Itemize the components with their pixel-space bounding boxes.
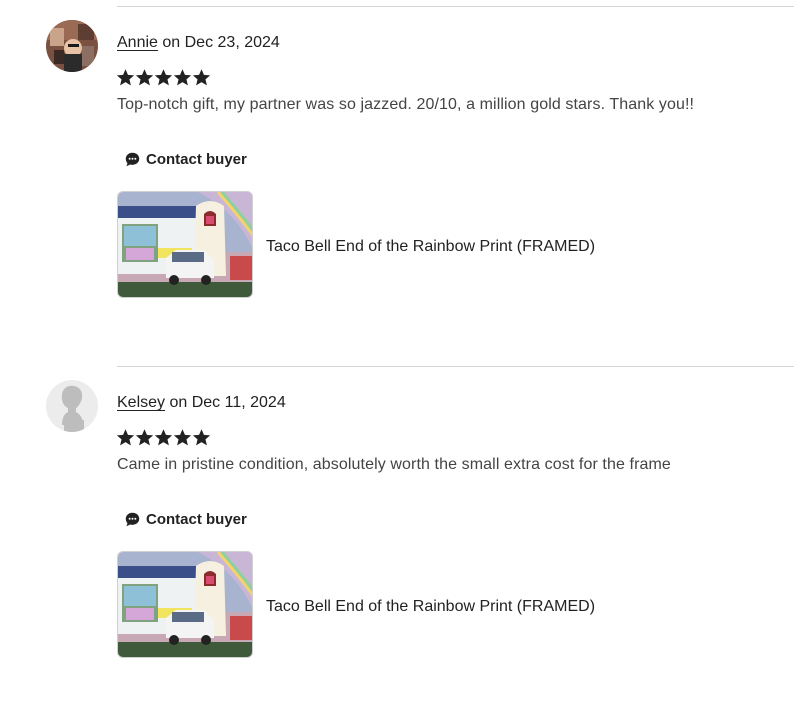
star-icon bbox=[154, 69, 173, 86]
review-byline: Annie on Dec 23, 2024 bbox=[117, 33, 280, 53]
star-rating bbox=[116, 428, 211, 447]
chat-bubble-icon bbox=[125, 512, 140, 527]
contact-buyer-button[interactable]: Contact buyer bbox=[124, 151, 247, 168]
review-divider-top bbox=[117, 6, 794, 7]
listing-thumbnail[interactable] bbox=[117, 191, 253, 298]
reviewer-avatar[interactable] bbox=[46, 380, 98, 432]
reviewer-name-link[interactable]: Kelsey bbox=[117, 394, 165, 411]
reviewer-name-link[interactable]: Annie bbox=[117, 34, 158, 51]
reviewer-avatar[interactable] bbox=[46, 20, 98, 72]
contact-buyer-button[interactable]: Contact buyer bbox=[124, 511, 247, 528]
star-icon bbox=[173, 429, 192, 446]
review-date: on Dec 23, 2024 bbox=[162, 34, 280, 51]
review-text: Top-notch gift, my partner was so jazzed… bbox=[117, 96, 695, 113]
star-icon bbox=[135, 429, 154, 446]
star-icon bbox=[154, 429, 173, 446]
star-icon bbox=[116, 69, 135, 86]
review-divider bbox=[117, 366, 794, 367]
contact-buyer-label: Contact buyer bbox=[146, 511, 247, 528]
listing-title-link[interactable]: Taco Bell End of the Rainbow Print (FRAM… bbox=[266, 237, 595, 257]
chat-bubble-icon bbox=[125, 152, 140, 167]
listing-title-link[interactable]: Taco Bell End of the Rainbow Print (FRAM… bbox=[266, 597, 595, 617]
review-item: Annie on Dec 23, 2024 Top-notch gift, my… bbox=[0, 20, 794, 350]
review-byline: Kelsey on Dec 11, 2024 bbox=[117, 393, 286, 413]
listing-thumbnail[interactable] bbox=[117, 551, 253, 658]
star-icon bbox=[192, 429, 211, 446]
contact-buyer-label: Contact buyer bbox=[146, 151, 247, 168]
star-icon bbox=[116, 429, 135, 446]
star-icon bbox=[173, 69, 192, 86]
star-rating bbox=[116, 68, 211, 87]
star-icon bbox=[135, 69, 154, 86]
star-icon bbox=[192, 69, 211, 86]
review-item: Kelsey on Dec 11, 2024 Came in pristine … bbox=[0, 380, 794, 710]
review-text: Came in pristine condition, absolutely w… bbox=[117, 456, 671, 473]
review-date: on Dec 11, 2024 bbox=[169, 394, 286, 411]
